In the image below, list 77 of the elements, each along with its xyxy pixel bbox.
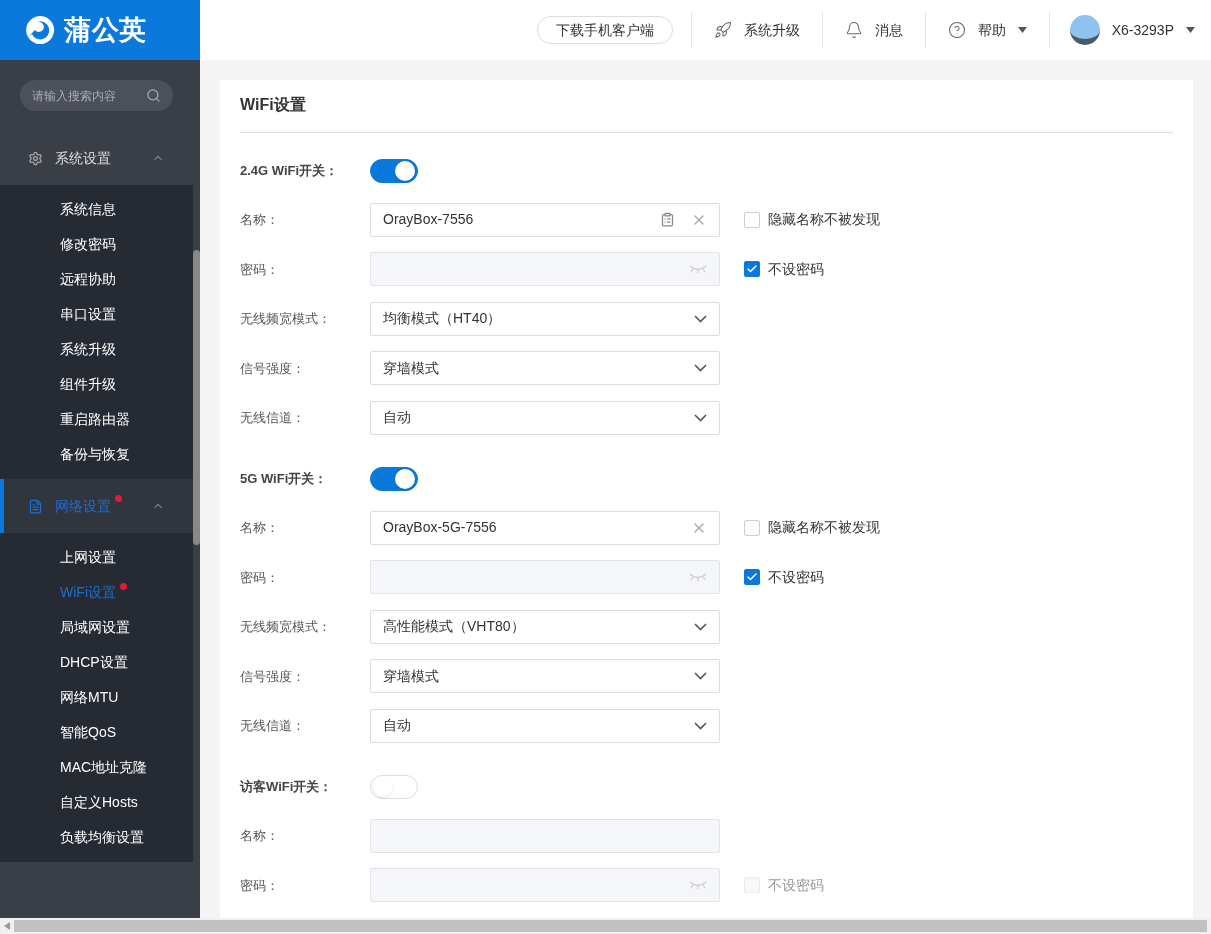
- checkbox-label: 不设密码: [768, 259, 824, 279]
- chevron-down-icon: [694, 622, 707, 631]
- nav-item[interactable]: DHCP设置: [60, 652, 128, 673]
- logo-text: 蒲公英: [64, 13, 148, 47]
- select-dropdown[interactable]: 穿墙模式: [370, 351, 720, 386]
- header-action[interactable]: 帮助: [947, 19, 1006, 41]
- nav-item[interactable]: 局域网设置: [60, 617, 130, 638]
- nav-group-label: 系统设置: [55, 148, 111, 168]
- search-field[interactable]: 请输入搜索内容: [20, 80, 173, 111]
- horizontal-scrollbar-thumb[interactable]: [14, 920, 1207, 932]
- caret-icon: [1186, 27, 1195, 33]
- name-field[interactable]: OrayBox-7556: [370, 202, 720, 237]
- chevron-down-icon: [694, 721, 707, 730]
- rocket-icon: [713, 21, 732, 39]
- field-label: 名称：: [240, 519, 280, 537]
- switch-label: 访客WiFi开关：: [240, 778, 334, 797]
- name-field[interactable]: OrayBox-5G-7556: [370, 510, 720, 545]
- scrollbar-thumb[interactable]: [193, 250, 200, 545]
- field-label: 无线频宽模式：: [240, 310, 332, 328]
- nav-item[interactable]: 串口设置: [60, 304, 116, 325]
- chevron-down-icon: [694, 672, 707, 681]
- nav-item[interactable]: 备份与恢复: [60, 444, 130, 465]
- nav-item[interactable]: 上网设置: [60, 547, 116, 568]
- checkbox-label: 隐藏名称不被发现: [768, 518, 880, 538]
- checkbox[interactable]: [744, 519, 760, 536]
- nav-item[interactable]: 重启路由器: [60, 409, 130, 430]
- header-action[interactable]: 系统升级: [713, 19, 800, 41]
- checkbox-label: 隐藏名称不被发现: [768, 210, 880, 230]
- caret-icon: [1017, 27, 1027, 33]
- page-title: WiFi设置: [240, 95, 306, 115]
- field-label: 信号强度：: [240, 667, 306, 686]
- field-label: 无线信道：: [240, 717, 306, 735]
- nav-item[interactable]: 组件升级: [60, 374, 116, 395]
- field-label: 名称：: [240, 211, 280, 229]
- nav-item[interactable]: 自定义Hosts: [60, 792, 138, 813]
- nav-item[interactable]: 系统升级: [60, 339, 116, 360]
- select-dropdown[interactable]: 高性能模式（VHT80）: [370, 609, 720, 644]
- nav-item[interactable]: 智能QoS: [60, 722, 116, 743]
- settings-icon: [28, 150, 43, 166]
- bell-icon: [844, 21, 863, 39]
- switch-label: 2.4G WiFi开关：: [240, 162, 340, 181]
- logo-icon: [24, 14, 56, 46]
- help-icon: [947, 21, 966, 39]
- document-icon: [28, 498, 43, 514]
- select-dropdown[interactable]: 自动: [370, 400, 720, 435]
- toggle-switch[interactable]: [370, 467, 418, 491]
- switch-label: 5G WiFi开关：: [240, 470, 329, 489]
- field-label: 无线信道：: [240, 409, 306, 427]
- avatar[interactable]: [1069, 15, 1100, 45]
- chevron-down-icon: [694, 314, 707, 323]
- nav-item[interactable]: 系统信息: [60, 199, 116, 220]
- field-label: 密码：: [240, 876, 280, 895]
- field-label: 密码：: [240, 260, 280, 279]
- select-dropdown[interactable]: 自动: [370, 708, 720, 743]
- checkbox[interactable]: [744, 211, 760, 228]
- chevron-down-icon: [694, 364, 707, 373]
- checkbox-label: 不设密码: [768, 567, 824, 587]
- select-dropdown[interactable]: 穿墙模式: [370, 659, 720, 694]
- select-dropdown[interactable]: 均衡模式（HT40）: [370, 301, 720, 336]
- field-label: 信号强度：: [240, 359, 306, 378]
- nav-item[interactable]: 修改密码: [60, 234, 116, 255]
- nav-item[interactable]: MAC地址克隆: [60, 757, 148, 778]
- scroll-left-icon[interactable]: [4, 922, 10, 930]
- toggle-switch[interactable]: [370, 159, 418, 183]
- chevron-down-icon: [694, 413, 707, 422]
- checkbox-label: 不设密码: [768, 875, 824, 895]
- device-name[interactable]: X6-3293P: [1111, 19, 1174, 41]
- nav-item[interactable]: 网络MTU: [60, 687, 119, 708]
- field-label: 密码：: [240, 568, 280, 587]
- clipboard-icon[interactable]: [660, 212, 675, 228]
- search-icon[interactable]: [146, 88, 161, 103]
- nav-item[interactable]: 负载均衡设置: [60, 827, 144, 848]
- nav-item[interactable]: 远程协助: [60, 269, 116, 290]
- header-action[interactable]: 消息: [844, 19, 903, 41]
- nav-group-label: 网络设置: [55, 496, 111, 516]
- field-label: 无线频宽模式：: [240, 618, 332, 636]
- field-label: 名称：: [240, 827, 280, 845]
